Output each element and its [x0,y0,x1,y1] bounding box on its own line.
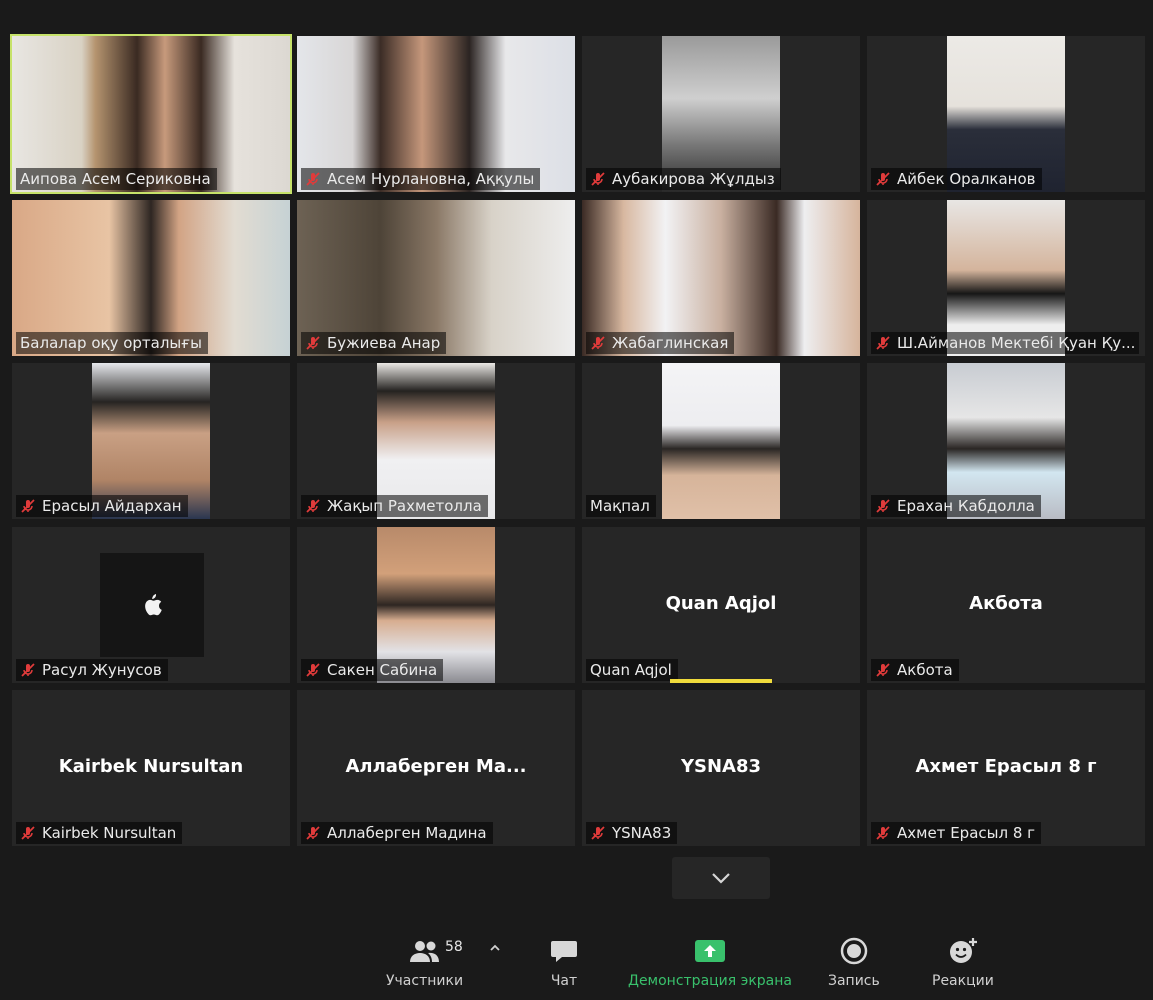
participants-label: Участники [386,973,464,989]
participant-name-label: Акбота [871,659,959,681]
chevron-up-icon[interactable] [488,941,502,955]
reactions-button[interactable]: Реакции [932,935,994,989]
muted-mic-icon [306,336,320,350]
record-icon [840,937,868,965]
participant-name-label: Жабаглинская [586,332,735,354]
record-button[interactable]: Запись [828,935,880,989]
muted-mic-icon [591,826,605,840]
video-tile-allabergen[interactable]: Аллаберген Ма... Аллаберген Мадина [297,690,575,846]
muted-mic-icon [876,172,890,186]
video-tile-zhakyp[interactable]: Жақып Рахметолла [297,363,575,519]
participant-name-label: YSNA83 [586,822,678,844]
muted-mic-icon [21,663,35,677]
muted-mic-icon [591,172,605,186]
participant-name-label: Ахмет Ерасыл 8 г [871,822,1042,844]
reactions-icon [949,938,977,963]
chat-button[interactable]: Чат [550,935,578,989]
participant-display-name: Ахмет Ерасыл 8 г [915,756,1097,777]
participant-name-label: Мақпал [586,495,656,517]
muted-mic-icon [876,336,890,350]
muted-mic-icon [21,499,35,513]
participant-name-label: Аубакирова Жұлдыз [586,168,781,190]
video-feed [662,363,780,519]
participant-display-name: Kairbek Nursultan [58,756,244,777]
participant-name-label: Quan Aqjol [586,659,678,681]
muted-mic-icon [876,663,890,677]
participant-name-label: Ш.Айманов Мектебі Қуан Қу... [871,332,1139,354]
meeting-toolbar: Участники 58 Чат Демонстрация экрана Зап… [0,925,1153,1000]
video-tile-aibek[interactable]: Айбек Оралканов [867,36,1145,192]
speaking-indicator [670,679,772,683]
video-tile-saken-sabina[interactable]: Сакен Сабина [297,527,575,683]
participant-display-name: Акбота [969,593,1043,614]
share-screen-icon [695,940,725,962]
muted-mic-icon [876,499,890,513]
participant-display-name: YSNA83 [680,756,762,777]
chat-icon [551,941,577,962]
participant-name-label: Балалар оқу орталығы [16,332,208,354]
participant-name-label: Ерахан Кабдолла [871,495,1041,517]
muted-mic-icon [591,336,605,350]
video-tile-zhabaglinskaya[interactable]: Жабаглинская [582,200,860,356]
muted-mic-icon [306,826,320,840]
video-tile-aubakirova[interactable]: Аубакирова Жұлдыз [582,36,860,192]
participant-name-label: Аипова Асем Сериковна [16,168,217,190]
participant-display-name: Аллаберген Ма... [345,756,527,777]
video-tile-ysna83[interactable]: YSNA83 YSNA83 [582,690,860,846]
participant-name-label: Аллаберген Мадина [301,822,493,844]
participant-name-label: Асем Нурлановна, Аққулы [301,168,541,190]
participant-name-label: Сакен Сабина [301,659,444,681]
reactions-label: Реакции [932,973,994,989]
video-tile-kairbek[interactable]: Kairbek Nursultan Kairbek Nursultan [12,690,290,846]
video-tile-erakhan[interactable]: Ерахан Кабдолла [867,363,1145,519]
muted-mic-icon [306,499,320,513]
participant-name-label: Жақып Рахметолла [301,495,488,517]
video-tile-balalar[interactable]: Балалар оқу орталығы [12,200,290,356]
next-page-button[interactable] [672,857,770,899]
video-tile-buzhieva[interactable]: Бужиева Анар [297,200,575,356]
participant-name-label: Бужиева Анар [301,332,447,354]
share-screen-button[interactable]: Демонстрация экрана [628,935,792,989]
video-tile-akhmet[interactable]: Ахмет Ерасыл 8 г Ахмет Ерасыл 8 г [867,690,1145,846]
video-tile-aimanov-school[interactable]: Ш.Айманов Мектебі Қуан Қу... [867,200,1145,356]
muted-mic-icon [306,663,320,677]
video-tile-aipova[interactable]: Аипова Асем Сериковна [10,34,292,194]
video-tile-asem-nurlanovna[interactable]: Асем Нурлановна, Аққулы [297,36,575,192]
zoom-meeting-window: Аипова Асем Сериковна Асем Нурлановна, А… [0,0,1153,1000]
muted-mic-icon [306,172,320,186]
video-tile-akbota[interactable]: Акбота Акбота [867,527,1145,683]
chat-label: Чат [550,973,578,989]
record-label: Запись [828,973,880,989]
video-tile-erasyl-aidarkhan[interactable]: Ерасыл Айдархан [12,363,290,519]
share-screen-label: Демонстрация экрана [628,973,792,989]
video-tile-rasul[interactable]: Расул Жунусов [12,527,290,683]
video-tile-quan-aqjol[interactable]: Quan Aqjol Quan Aqjol [582,527,860,683]
avatar [100,553,204,657]
participant-name-label: Kairbek Nursultan [16,822,183,844]
participant-name-label: Ерасыл Айдархан [16,495,188,517]
participant-name-label: Расул Жунусов [16,659,168,681]
participants-icon [409,941,439,962]
participant-name-label: Айбек Оралканов [871,168,1042,190]
video-tile-makpal[interactable]: Мақпал [582,363,860,519]
apple-icon [145,594,162,616]
participant-display-name: Quan Aqjol [665,593,777,614]
participants-count-badge: 58 [445,939,463,955]
muted-mic-icon [21,826,35,840]
muted-mic-icon [876,826,890,840]
chevron-down-icon [712,873,730,884]
